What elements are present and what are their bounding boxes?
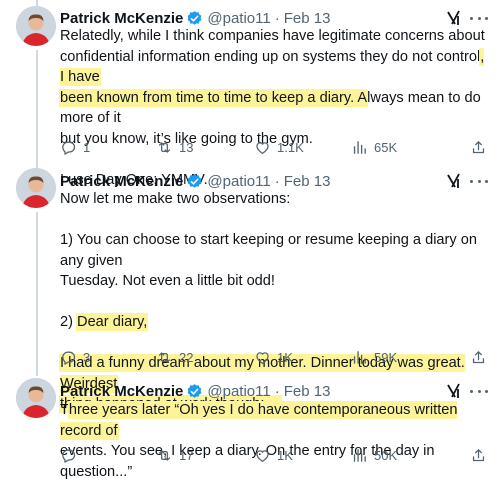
tweet[interactable]: Patrick McKenzie @patio11 · Feb 13 Three… bbox=[0, 374, 500, 480]
avatar[interactable] bbox=[16, 6, 56, 46]
share-button[interactable] bbox=[470, 347, 493, 367]
reply-icon bbox=[62, 351, 76, 365]
like-count: 1.1K bbox=[277, 139, 304, 155]
text-line: 1) You can choose to start keeping or re… bbox=[60, 232, 477, 269]
text-segment: 2) bbox=[60, 314, 78, 330]
avatar[interactable] bbox=[16, 378, 56, 418]
repost-button[interactable]: 17 bbox=[156, 445, 193, 465]
highlighted-text: been known from time to time to keep a d… bbox=[60, 89, 368, 106]
text-line: been known from time to time to keep a d… bbox=[60, 88, 486, 129]
heart-icon bbox=[256, 351, 269, 364]
verified-badge-icon bbox=[186, 383, 203, 400]
reply-icon bbox=[62, 449, 76, 463]
tweet-date[interactable]: Feb 13 bbox=[284, 173, 331, 190]
text-line: Three years later “Oh yes I do have cont… bbox=[60, 400, 486, 441]
reply-button[interactable]: 1 bbox=[60, 137, 90, 157]
highlighted-text: hree years later “Oh yes I do have conte… bbox=[60, 402, 458, 439]
share-button[interactable] bbox=[470, 445, 493, 465]
like-button[interactable]: 1.1K bbox=[254, 137, 304, 157]
like-count: 1K bbox=[277, 447, 293, 463]
tweet-actions: 3 22 1K 59K bbox=[60, 347, 488, 367]
views-icon bbox=[353, 140, 366, 154]
repost-icon bbox=[158, 141, 171, 153]
author-name[interactable]: Patrick McKenzie bbox=[60, 383, 183, 400]
heart-icon bbox=[256, 449, 269, 462]
grok-icon[interactable] bbox=[446, 173, 462, 189]
share-icon bbox=[472, 140, 485, 153]
repost-icon bbox=[158, 351, 171, 363]
grok-icon[interactable] bbox=[446, 383, 462, 399]
views-icon bbox=[353, 448, 366, 462]
author-handle[interactable]: @patio11 bbox=[207, 10, 270, 27]
text-line: Relatedly, while I think companies have … bbox=[60, 28, 485, 44]
like-button[interactable]: 1K bbox=[254, 445, 293, 465]
views-button[interactable]: 50K bbox=[351, 445, 397, 465]
tweet-date[interactable]: Feb 13 bbox=[284, 383, 331, 400]
reply-button[interactable] bbox=[60, 445, 83, 465]
repost-count: 17 bbox=[179, 447, 194, 463]
reply-count: 1 bbox=[83, 139, 91, 155]
tweet-text: Three years later “Oh yes I do have cont… bbox=[60, 400, 486, 482]
repost-count: 22 bbox=[179, 349, 194, 365]
views-button[interactable]: 65K bbox=[351, 137, 397, 157]
verified-badge-icon bbox=[186, 10, 203, 27]
heart-icon bbox=[256, 141, 269, 154]
more-options-icon[interactable] bbox=[470, 383, 488, 399]
separator-dot: · bbox=[274, 9, 280, 27]
share-icon bbox=[472, 448, 485, 461]
more-options-icon[interactable] bbox=[470, 10, 488, 26]
author-handle[interactable]: @patio11 bbox=[207, 383, 270, 400]
tweet-actions: 17 1K 50K bbox=[60, 445, 488, 465]
more-options-icon[interactable] bbox=[470, 173, 488, 189]
highlighted-text: Dear diary, bbox=[77, 314, 148, 330]
author-name[interactable]: Patrick McKenzie bbox=[60, 173, 183, 190]
grok-icon[interactable] bbox=[446, 10, 462, 26]
views-button[interactable]: 59K bbox=[351, 347, 397, 367]
avatar[interactable] bbox=[16, 168, 56, 208]
separator-dot: · bbox=[274, 172, 280, 190]
text-line: confidential information ending up on sy… bbox=[60, 47, 486, 88]
text-segment: T bbox=[60, 402, 69, 418]
repost-icon bbox=[158, 449, 171, 461]
author-handle[interactable]: @patio11 bbox=[207, 173, 270, 190]
view-count: 59K bbox=[374, 349, 398, 365]
views-icon bbox=[353, 350, 366, 364]
reply-count: 3 bbox=[83, 349, 91, 365]
tweet-actions: 1 13 1.1K 65K bbox=[60, 137, 488, 157]
author-name[interactable]: Patrick McKenzie bbox=[60, 10, 183, 27]
reply-icon bbox=[62, 141, 76, 155]
verified-badge-icon bbox=[186, 173, 203, 190]
tweet-date[interactable]: Feb 13 bbox=[284, 10, 331, 27]
text-segment: confidential information ending up on sy… bbox=[60, 48, 481, 65]
share-icon bbox=[472, 350, 485, 363]
repost-button[interactable]: 22 bbox=[156, 347, 193, 367]
tweet[interactable]: Patrick McKenzie @patio11 · Feb 13 Now l… bbox=[0, 162, 500, 412]
reply-button[interactable]: 3 bbox=[60, 347, 90, 367]
repost-count: 13 bbox=[179, 139, 194, 155]
repost-button[interactable]: 13 bbox=[156, 137, 193, 157]
like-count: 1K bbox=[277, 349, 293, 365]
tweet[interactable]: Patrick McKenzie @patio11 · Feb 13 Relat… bbox=[0, 0, 500, 188]
text-line: Tuesday. Not even a little bit odd! bbox=[60, 273, 275, 289]
text-line: 2) Dear diary, bbox=[60, 312, 486, 333]
share-button[interactable] bbox=[470, 137, 493, 157]
separator-dot: · bbox=[274, 382, 280, 400]
view-count: 65K bbox=[374, 139, 398, 155]
text-line: Now let me make two observations: bbox=[60, 191, 291, 207]
like-button[interactable]: 1K bbox=[254, 347, 293, 367]
view-count: 50K bbox=[374, 447, 398, 463]
